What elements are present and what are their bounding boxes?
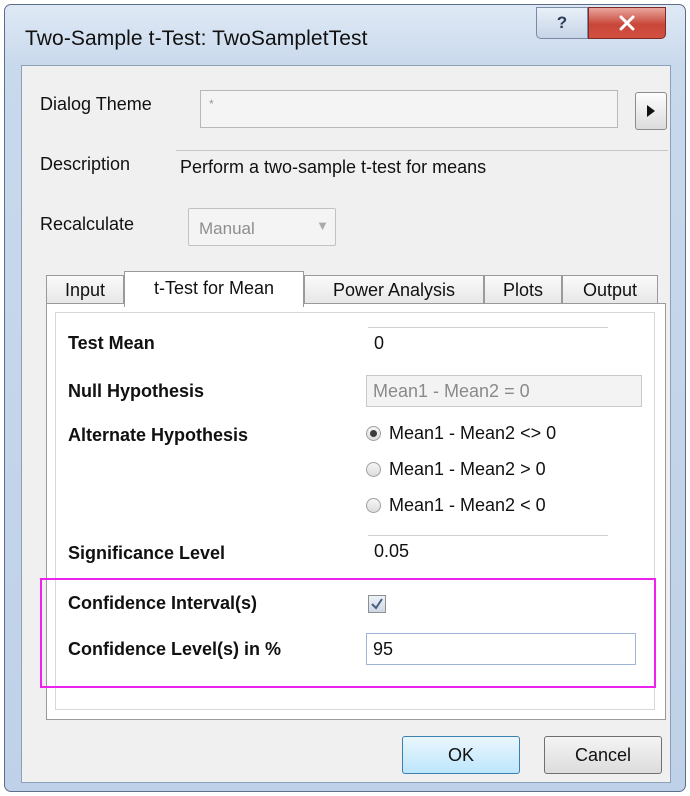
dialog-client-area: Dialog Theme * Description Perform a two… [21,65,671,783]
tab-input[interactable]: Input [46,275,124,305]
null-hypothesis-field: Mean1 - Mean2 = 0 [366,375,642,407]
tab-t-test-for-mean[interactable]: t-Test for Mean [124,271,304,307]
radio-label: Mean1 - Mean2 < 0 [389,494,546,515]
triangle-right-icon [647,105,655,117]
close-icon [619,15,635,31]
window-title: Two-Sample t-Test: TwoSampletTest [25,27,368,50]
test-mean-label: Test Mean [68,333,155,353]
title-bar[interactable]: Two-Sample t-Test: TwoSampletTest ? [5,5,685,67]
tab-power-analysis[interactable]: Power Analysis [304,275,484,305]
radio-label: Mean1 - Mean2 > 0 [389,458,546,479]
radio-not-equal[interactable]: Mean1 - Mean2 <> 0 [366,419,556,447]
alternate-hypothesis-label: Alternate Hypothesis [68,425,249,445]
description-label: Description [40,154,131,174]
radio-less[interactable]: Mean1 - Mean2 < 0 [366,491,546,519]
tab-output[interactable]: Output [562,275,658,305]
checkmark-icon [371,598,383,610]
recalculate-label: Recalculate [40,214,135,234]
radio-button-selected[interactable] [366,425,381,441]
recalculate-dropdown[interactable]: Manual ▼ [188,208,336,246]
dialog-theme-field[interactable]: * [200,90,618,128]
null-hypothesis-label: Null Hypothesis [68,381,205,401]
dialog-theme-value: * [209,97,214,111]
recalculate-value: Manual [199,219,255,238]
theme-menu-button[interactable] [635,92,667,130]
confidence-level-label: Confidence Level(s) in % [68,639,282,659]
chevron-down-icon: ▼ [316,218,329,233]
confidence-level-input[interactable]: 95 [366,633,636,665]
tab-panel: Test Mean 0 Null Hypothesis Mean1 - Mean… [46,303,666,720]
radio-label: Mean1 - Mean2 <> 0 [389,422,557,443]
dialog-window: Two-Sample t-Test: TwoSampletTest ? Dial… [4,4,686,792]
ok-button[interactable]: OK [402,736,520,774]
cancel-button[interactable]: Cancel [544,736,662,774]
help-icon: ? [556,13,568,32]
significance-level-input[interactable]: 0.05 [368,535,608,567]
tab-plots[interactable]: Plots [484,275,562,305]
significance-level-label: Significance Level [68,543,226,563]
description-value: Perform a two-sample t-test for means [176,150,668,180]
radio-greater[interactable]: Mean1 - Mean2 > 0 [366,455,546,483]
test-mean-input[interactable]: 0 [368,327,608,359]
confidence-intervals-checkbox[interactable] [368,595,386,613]
dialog-theme-label: Dialog Theme [40,94,152,114]
confidence-intervals-label: Confidence Interval(s) [68,593,258,613]
close-button[interactable] [588,7,666,39]
parameters-grid: Test Mean 0 Null Hypothesis Mean1 - Mean… [55,312,655,710]
radio-button[interactable] [366,461,381,477]
radio-button[interactable] [366,497,381,513]
help-button[interactable]: ? [536,7,588,39]
